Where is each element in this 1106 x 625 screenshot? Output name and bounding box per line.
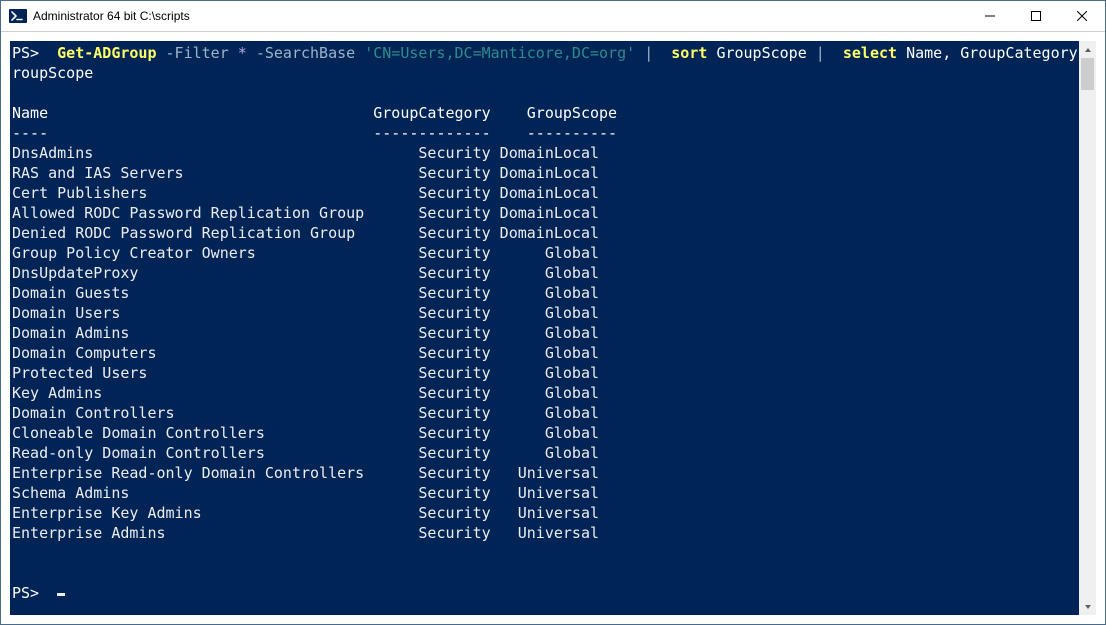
vertical-scrollbar[interactable] xyxy=(1079,41,1096,615)
client-area: PS> Get-ADGroup -Filter * -SearchBase 'C… xyxy=(1,32,1105,624)
output-row: Key Admins Security Global xyxy=(12,383,1079,403)
scroll-down-button[interactable] xyxy=(1079,598,1096,615)
output-row: Allowed RODC Password Replication Group … xyxy=(12,203,1079,223)
window-title: Administrator 64 bit C:\scripts xyxy=(33,9,967,23)
output-row: Enterprise Read-only Domain Controllers … xyxy=(12,463,1079,483)
window-controls xyxy=(967,1,1105,31)
console-area: PS> Get-ADGroup -Filter * -SearchBase 'C… xyxy=(10,41,1096,615)
maximize-button[interactable] xyxy=(1013,1,1059,31)
powershell-window: Administrator 64 bit C:\scripts PS> Get-… xyxy=(0,0,1106,625)
output-row: Domain Controllers Security Global xyxy=(12,403,1079,423)
output-row: Enterprise Admins Security Universal xyxy=(12,523,1079,543)
console-text[interactable]: PS> Get-ADGroup -Filter * -SearchBase 'C… xyxy=(10,41,1079,615)
powershell-icon xyxy=(9,7,27,25)
output-row: Read-only Domain Controllers Security Gl… xyxy=(12,443,1079,463)
output-row: Domain Users Security Global xyxy=(12,303,1079,323)
output-row: Domain Admins Security Global xyxy=(12,323,1079,343)
output-row: Denied RODC Password Replication Group S… xyxy=(12,223,1079,243)
title-bar[interactable]: Administrator 64 bit C:\scripts xyxy=(1,1,1105,32)
output-row: DnsUpdateProxy Security Global xyxy=(12,263,1079,283)
output-row: Cert Publishers Security DomainLocal xyxy=(12,183,1079,203)
output-row: Cloneable Domain Controllers Security Gl… xyxy=(12,423,1079,443)
output-row: Domain Computers Security Global xyxy=(12,343,1079,363)
output-row: Schema Admins Security Universal xyxy=(12,483,1079,503)
output-row: Enterprise Key Admins Security Universal xyxy=(12,503,1079,523)
close-button[interactable] xyxy=(1059,1,1105,31)
output-row: DnsAdmins Security DomainLocal xyxy=(12,143,1079,163)
output-row: Protected Users Security Global xyxy=(12,363,1079,383)
output-row: Domain Guests Security Global xyxy=(12,283,1079,303)
cursor xyxy=(57,593,65,596)
scroll-up-button[interactable] xyxy=(1079,41,1096,58)
output-row: Group Policy Creator Owners Security Glo… xyxy=(12,243,1079,263)
minimize-button[interactable] xyxy=(967,1,1013,31)
output-row: RAS and IAS Servers Security DomainLocal xyxy=(12,163,1079,183)
scroll-thumb[interactable] xyxy=(1081,58,1094,90)
